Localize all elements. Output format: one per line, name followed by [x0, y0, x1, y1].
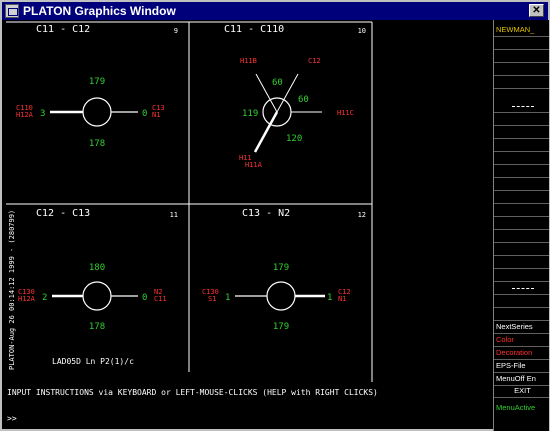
panel-4-right-num: 1	[327, 293, 332, 303]
panel-2-angle-1: 60	[272, 78, 283, 88]
menu-slot[interactable]	[494, 256, 549, 269]
menu-slot[interactable]	[494, 100, 549, 113]
panel-2-angle-2: 60	[298, 95, 309, 105]
panel-1-right-label-2: N1	[152, 111, 160, 119]
menu-item-color[interactable]: Color	[494, 334, 549, 347]
menu-slot[interactable]	[494, 217, 549, 230]
panel-4-number: 12	[358, 211, 366, 219]
menu-slot[interactable]	[494, 269, 549, 282]
panel-2-angle-3: 119	[242, 109, 258, 119]
panel-1-right-num: 0	[142, 109, 147, 119]
panel-2-angle-4: 120	[286, 134, 302, 144]
menu-item-eps-file[interactable]: EPS-File	[494, 360, 549, 373]
menu-slot[interactable]	[494, 243, 549, 256]
panel-3-number: 11	[170, 211, 178, 219]
menu-slot[interactable]	[494, 126, 549, 139]
menu-item-next-series[interactable]: NextSeries	[494, 321, 549, 334]
panel-3-title: C12 - C13	[36, 208, 90, 219]
panel-4-left-label-2: S1	[208, 295, 216, 303]
close-button[interactable]: ✕	[529, 4, 544, 17]
menu-header[interactable]: NEWMAN_	[494, 24, 549, 37]
menu-slot[interactable]	[494, 63, 549, 76]
panel-2-label-h11a: H11A	[245, 161, 263, 169]
window-app-icon	[5, 4, 19, 18]
panel-1-left-num: 3	[40, 109, 45, 119]
panel-3-right-label-2: C11	[154, 295, 167, 303]
menu-item-exit[interactable]: EXIT	[494, 385, 549, 398]
panel-grid	[6, 21, 373, 382]
panel-4-title: C13 - N2	[242, 208, 290, 219]
panel-1-title: C11 - C12	[36, 24, 90, 35]
platon-graphics-window: PLATON Graphics Window ✕ C11 - C12 9 179…	[0, 0, 550, 431]
newman-panel-2[interactable]: C11 - C110 10 H11B C12 H11C H11 H11A 60 …	[224, 24, 366, 169]
panel-1-left-label-2: H12A	[16, 111, 34, 119]
input-instructions: INPUT INSTRUCTIONS via KEYBOARD or LEFT-…	[7, 388, 378, 397]
command-prompt[interactable]: >>	[7, 414, 17, 423]
menu-slot[interactable]	[494, 204, 549, 217]
menu-slot[interactable]	[494, 152, 549, 165]
panel-2-number: 10	[358, 27, 366, 35]
menu-slot[interactable]	[494, 295, 549, 308]
side-menu: NEWMAN_ NextSeries Color Decoration EPS-…	[493, 20, 549, 431]
menu-slot[interactable]	[494, 191, 549, 204]
panel-3-right-num: 0	[142, 293, 147, 303]
menu-slot[interactable]	[494, 165, 549, 178]
menu-slot[interactable]	[494, 113, 549, 126]
menu-slot[interactable]	[494, 308, 549, 321]
compound-label: LAD05D Ln P2(1)/c	[52, 357, 134, 366]
panel-3-left-num: 2	[42, 293, 47, 303]
menu-slot[interactable]	[494, 76, 549, 89]
panel-1-angle-bottom: 178	[89, 139, 105, 149]
menu-slot[interactable]	[494, 230, 549, 243]
menu-slot[interactable]	[494, 37, 549, 50]
menu-slot[interactable]	[494, 282, 549, 295]
panel-4-angle-top: 179	[273, 263, 289, 273]
panel-3-left-label-2: H12A	[18, 295, 36, 303]
panel-4-right-label-2: N1	[338, 295, 346, 303]
panel-1-number: 9	[174, 27, 178, 35]
panel-3-angle-top: 180	[89, 263, 105, 273]
menu-slot[interactable]	[494, 178, 549, 191]
panel-4-left-num: 1	[225, 293, 230, 303]
graphics-canvas[interactable]: C11 - C12 9 179 178 C110 H12A 3 0 C13 N1…	[2, 20, 492, 382]
panel-2-label-c12: C12	[308, 57, 321, 65]
menu-item-menuactive[interactable]: MenuActive	[494, 402, 549, 415]
menu-slot[interactable]	[494, 139, 549, 152]
panel-2-label-h11b: H11B	[240, 57, 257, 65]
menu-slot[interactable]	[494, 50, 549, 63]
panel-1-angle-top: 179	[89, 77, 105, 87]
window-title: PLATON Graphics Window	[23, 4, 176, 18]
panel-2-label-h11c: H11C	[337, 109, 354, 117]
panel-4-angle-bottom: 179	[273, 322, 289, 332]
title-bar[interactable]: PLATON Graphics Window ✕	[2, 2, 548, 20]
newman-panel-3[interactable]: C12 - C13 11 180 178 C130 H12A 2 0 N2 C1…	[18, 208, 178, 332]
timestamp-side-text: PLATON-Aug 26 00:14:12 1999 - (280799)	[8, 210, 16, 370]
newman-panel-4[interactable]: C13 - N2 12 179 179 C130 S1 1 1 C12 N1	[202, 208, 366, 332]
menu-item-decoration[interactable]: Decoration	[494, 347, 549, 360]
panel-3-angle-bottom: 178	[89, 322, 105, 332]
panel-2-title: C11 - C110	[224, 24, 284, 35]
newman-panel-1[interactable]: C11 - C12 9 179 178 C110 H12A 3 0 C13 N1	[16, 24, 178, 149]
